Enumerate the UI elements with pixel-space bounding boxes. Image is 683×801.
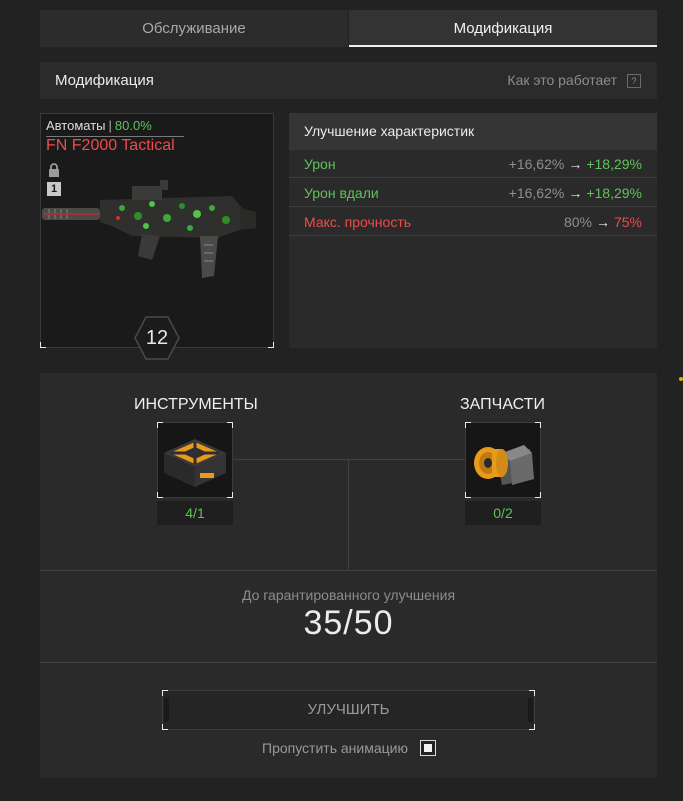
toolbox-icon (164, 439, 226, 487)
connector-line (233, 459, 465, 460)
weapon-level: 12 (145, 327, 169, 349)
stat-from: +16,62% (508, 185, 565, 201)
tab-modification[interactable]: Модификация (349, 10, 657, 47)
stat-values: 80% → 75% (564, 208, 642, 236)
weapon-condition-percent: 80.0% (114, 118, 152, 133)
stat-to: 75% (613, 214, 642, 230)
weapon-category-label: Автоматы (46, 118, 106, 133)
tools-count: 4/1 (157, 501, 233, 525)
guarantee-label: До гарантированного улучшения (241, 587, 456, 603)
section-title: Модификация (55, 72, 154, 89)
connector-line (348, 459, 349, 570)
upgrade-button[interactable]: УЛУЧШИТЬ (162, 690, 535, 730)
arrow-right-icon: → (568, 156, 583, 172)
weapon-category: Автоматы | 80.0% (46, 118, 152, 133)
parts-label: ЗАПЧАСТИ (460, 396, 545, 413)
help-icon[interactable]: ? (627, 74, 641, 88)
stat-name: Макс. прочность (304, 214, 412, 230)
spare-parts-icon (474, 445, 534, 485)
arrow-right-icon: → (568, 185, 583, 201)
stat-to: +18,29% (586, 156, 642, 172)
weapon-name: FN F2000 Tactical (46, 137, 175, 154)
guarantee-progress: 35/50 (303, 604, 394, 642)
stat-name: Урон (304, 156, 336, 172)
lock-icon (49, 163, 59, 177)
parts-slot[interactable] (465, 422, 541, 498)
tools-label: ИНСТРУМЕНТЫ (134, 396, 258, 413)
divider (40, 570, 657, 571)
stat-values: +16,62% → +18,29% (509, 179, 642, 207)
stat-name: Урон вдали (304, 185, 379, 201)
divider (40, 662, 657, 663)
stats-title: Улучшение характеристик (304, 123, 475, 139)
edge-marker (679, 377, 683, 381)
stat-from: 80% (563, 214, 592, 230)
tools-slot[interactable] (157, 422, 233, 498)
skip-animation-label: Пропустить анимацию (262, 740, 408, 756)
weapon-image (42, 180, 256, 278)
checkbox-checked-indicator (424, 744, 432, 752)
how-it-works-link[interactable]: Как это работает (507, 62, 617, 99)
stat-values: +16,62% → +18,29% (509, 150, 642, 178)
card-corner-bl (40, 342, 46, 348)
tab-maintenance[interactable]: Обслуживание (40, 10, 348, 47)
arrow-right-icon: → (595, 214, 610, 230)
card-corner-br (268, 342, 274, 348)
parts-count: 0/2 (465, 501, 541, 525)
stat-to: +18,29% (586, 185, 642, 201)
skip-animation-checkbox[interactable] (420, 740, 436, 756)
stat-from: +16,62% (508, 156, 565, 172)
